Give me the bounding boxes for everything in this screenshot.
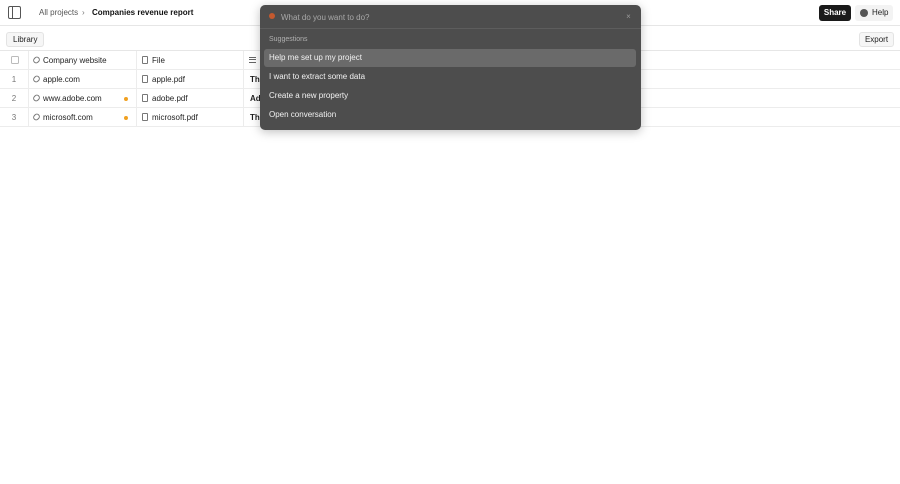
website-value: www.adobe.com xyxy=(43,94,102,103)
suggestion-item[interactable]: Help me set up my project xyxy=(264,49,636,67)
link-icon xyxy=(31,112,42,122)
status-dot-icon xyxy=(124,97,128,101)
search-icon xyxy=(269,13,275,19)
file-icon xyxy=(142,75,148,83)
search-input[interactable] xyxy=(281,11,611,23)
export-button[interactable]: Export xyxy=(859,32,894,47)
file-icon xyxy=(142,113,148,121)
file-icon xyxy=(142,56,148,64)
help-icon xyxy=(860,9,868,17)
suggestion-item[interactable]: Open conversation xyxy=(264,106,636,124)
row-number: 1 xyxy=(0,70,29,89)
website-value: apple.com xyxy=(43,75,80,84)
select-all-cell[interactable] xyxy=(0,51,29,70)
website-cell[interactable]: www.adobe.com xyxy=(29,89,137,108)
status-dot-icon xyxy=(124,116,128,120)
library-button[interactable]: Library xyxy=(6,32,45,47)
column-header-website[interactable]: Company website xyxy=(29,51,137,70)
file-value: apple.pdf xyxy=(152,75,185,84)
close-icon[interactable]: × xyxy=(625,13,632,21)
website-cell[interactable]: microsoft.com xyxy=(29,108,137,127)
sidebar-toggle-icon[interactable] xyxy=(8,6,21,19)
suggestions-heading: Suggestions xyxy=(269,36,308,43)
file-value: microsoft.pdf xyxy=(152,113,198,122)
column-header-file[interactable]: File xyxy=(137,51,244,70)
file-icon xyxy=(142,94,148,102)
column-header-label: Company website xyxy=(43,56,107,65)
command-palette: × Suggestions Help me set up my project … xyxy=(260,5,641,130)
file-cell[interactable]: adobe.pdf xyxy=(137,89,244,108)
row-number: 2 xyxy=(0,89,29,108)
suggestion-item[interactable]: Create a new property xyxy=(264,87,636,105)
breadcrumb-separator-icon: › xyxy=(82,8,85,17)
page-title: Companies revenue report xyxy=(92,8,194,17)
suggestion-item[interactable]: I want to extract some data xyxy=(264,68,636,86)
help-label: Help xyxy=(872,8,889,17)
help-button[interactable]: Help xyxy=(855,5,893,21)
row-number: 3 xyxy=(0,108,29,127)
link-icon xyxy=(31,74,42,84)
text-lines-icon xyxy=(249,57,256,63)
website-cell[interactable]: apple.com xyxy=(29,70,137,89)
palette-search-bar: × xyxy=(260,5,641,29)
column-header-label: File xyxy=(152,56,165,65)
file-cell[interactable]: apple.pdf xyxy=(137,70,244,89)
link-icon xyxy=(31,55,42,65)
share-button[interactable]: Share xyxy=(819,5,851,21)
breadcrumb-all-projects[interactable]: All projects xyxy=(39,8,78,17)
link-icon xyxy=(31,93,42,103)
website-value: microsoft.com xyxy=(43,113,93,122)
select-all-checkbox[interactable] xyxy=(11,56,19,64)
file-cell[interactable]: microsoft.pdf xyxy=(137,108,244,127)
file-value: adobe.pdf xyxy=(152,94,188,103)
